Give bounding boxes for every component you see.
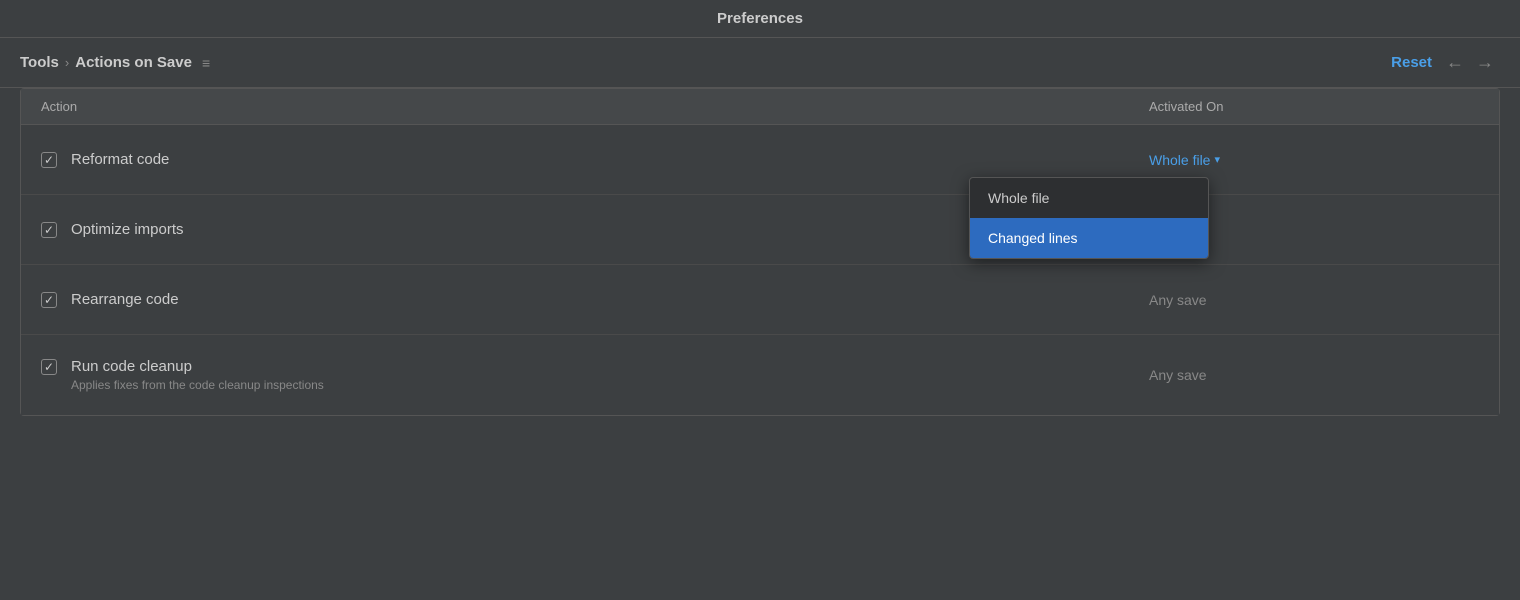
any-save-rearrange: Any save	[1149, 292, 1207, 308]
sublabel-run-cleanup: Applies fixes from the code cleanup insp…	[71, 378, 324, 392]
breadcrumb-separator: ›	[65, 55, 69, 70]
table-row: Rearrange code Any save	[21, 265, 1499, 335]
row-reformat-code: Reformat code	[41, 151, 1149, 168]
checkbox-optimize-imports[interactable]	[41, 222, 57, 238]
table-row: Run code cleanup Applies fixes from the …	[21, 335, 1499, 415]
header-action: Action	[41, 99, 1149, 114]
activated-on-cleanup: Any save	[1149, 367, 1479, 383]
label-reformat-code: Reformat code	[71, 151, 169, 168]
activated-on-rearrange: Any save	[1149, 292, 1479, 308]
breadcrumb-current: Actions on Save	[75, 54, 192, 71]
header-activated-on: Activated On	[1149, 99, 1479, 114]
breadcrumb-bar: Tools › Actions on Save ≡ Reset ← →	[0, 38, 1520, 88]
table-row: Reformat code Whole file ▾ Whole file Ch…	[21, 125, 1499, 195]
reset-button[interactable]: Reset	[1383, 50, 1440, 75]
table-row: Optimize imports Any save	[21, 195, 1499, 265]
dropdown-menu: Whole file Changed lines	[969, 177, 1209, 259]
label-rearrange-code: Rearrange code	[71, 291, 179, 308]
dropdown-reformat-code[interactable]: Whole file ▾	[1149, 152, 1220, 168]
any-save-cleanup: Any save	[1149, 367, 1207, 383]
dropdown-arrow-reformat: ▾	[1214, 153, 1220, 166]
checkbox-reformat-code[interactable]	[41, 152, 57, 168]
dropdown-option-whole-file[interactable]: Whole file	[970, 178, 1208, 218]
title-text: Preferences	[717, 10, 803, 27]
row-run-cleanup: Run code cleanup Applies fixes from the …	[41, 358, 1149, 392]
label-optimize-imports: Optimize imports	[71, 221, 184, 238]
label-run-cleanup: Run code cleanup	[71, 358, 192, 375]
breadcrumb-tools[interactable]: Tools	[20, 54, 59, 71]
checkbox-rearrange-code[interactable]	[41, 292, 57, 308]
forward-button[interactable]: →	[1470, 48, 1500, 77]
actions-table: Action Activated On Reformat code Whole …	[20, 88, 1500, 416]
dropdown-value-reformat: Whole file	[1149, 152, 1210, 168]
table-header: Action Activated On	[21, 89, 1499, 125]
row-rearrange-code: Rearrange code	[41, 291, 1149, 308]
title-bar: Preferences	[0, 0, 1520, 38]
checkbox-run-cleanup[interactable]	[41, 359, 57, 375]
back-button[interactable]: ←	[1440, 48, 1470, 77]
activated-on-reformat: Whole file ▾	[1149, 152, 1479, 168]
dropdown-option-changed-lines[interactable]: Changed lines	[970, 218, 1208, 258]
breadcrumb-menu-icon[interactable]: ≡	[202, 55, 210, 71]
